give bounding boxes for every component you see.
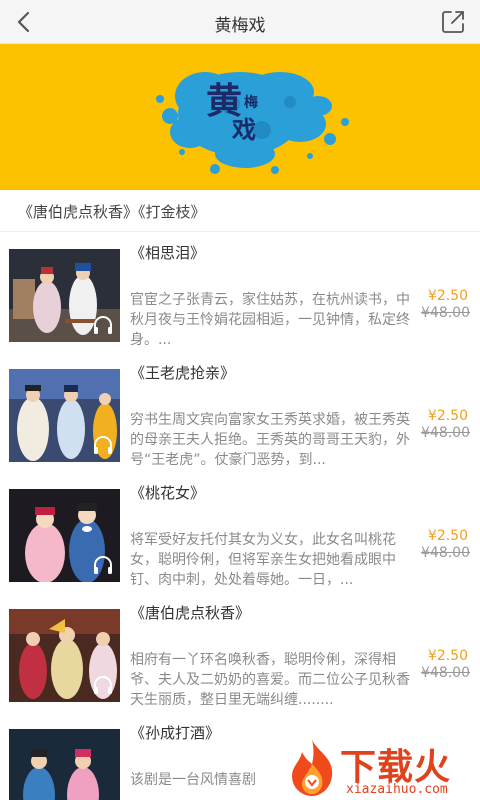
flame-icon [292, 740, 333, 796]
list-item[interactable]: 《相思泪》 ¥2.50 ¥48.00 官宦之子张青云，家住姑苏，在杭州读书，中秋… [0, 232, 480, 352]
item-title: 《孙成打酒》 [130, 724, 221, 742]
item-price: ¥2.50 [427, 408, 468, 424]
thumbnail-image [9, 729, 120, 800]
watermark-logo: 下载火 xiazaihuo.com [282, 736, 480, 800]
item-price: ¥2.50 [427, 288, 468, 304]
item-title: 《王老虎抢亲》 [130, 364, 236, 382]
headphones-icon [94, 436, 112, 454]
nav-bar: 黄梅戏 [0, 0, 480, 44]
banner-image[interactable]: 黄 梅 戏 [0, 44, 480, 190]
item-description: 将军受好友托付其女为义女，此女名叫桃花女，聪明伶俐，但将军亲生女把她看成眼中钉、… [130, 532, 396, 588]
item-title: 《相思泪》 [130, 244, 206, 262]
item-description: 相府有一丫环名唤秋香，聪明伶俐，深得相爷、夫人及二奶奶的喜爱。而二位公子见秋香天… [130, 652, 410, 708]
share-icon[interactable] [440, 9, 466, 35]
banner-logo-small: 梅 [244, 95, 258, 111]
headphones-icon [94, 556, 112, 574]
item-original-price: ¥48.00 [421, 545, 470, 561]
thumbnail-image [9, 249, 120, 342]
banner-logo-bottom: 戏 [232, 115, 256, 144]
item-description: 官宦之子张青云，家住姑苏，在杭州读书，中秋月夜与王怜娟花园相逅，一见钟情，私定终… [130, 292, 410, 348]
item-price: ¥2.50 [427, 528, 468, 544]
item-title: 《桃花女》 [130, 484, 206, 502]
episode-list: 《相思泪》 ¥2.50 ¥48.00 官宦之子张青云，家住姑苏，在杭州读书，中秋… [0, 232, 480, 800]
headphones-icon [94, 316, 112, 334]
page-title: 黄梅戏 [214, 16, 266, 36]
item-title: 《唐伯虎点秋香》 [130, 604, 251, 622]
list-item[interactable]: 《唐伯虎点秋香》 ¥2.50 ¥48.00 相府有一丫环名唤秋香，聪明伶俐，深得… [0, 592, 480, 712]
album-subtitle: 《唐伯虎点秋香》《打金枝》 [0, 190, 480, 232]
watermark-url: xiazaihuo.com [346, 782, 448, 797]
item-description: 穷书生周文宾向富家女王秀英求婚，被王秀英的母亲王夫人拒绝。王秀英的哥哥王天豹，外… [130, 412, 410, 468]
item-original-price: ¥48.00 [421, 665, 470, 681]
item-price: ¥2.50 [427, 648, 468, 664]
headphones-icon [94, 676, 112, 694]
thumbnail-image [9, 369, 120, 462]
item-original-price: ¥48.00 [421, 425, 470, 441]
thumbnail-image [9, 489, 120, 582]
list-item[interactable]: 《桃花女》 ¥2.50 ¥48.00 将军受好友托付其女为义女，此女名叫桃花女，… [0, 472, 480, 592]
item-original-price: ¥48.00 [421, 305, 470, 321]
list-item[interactable]: 《王老虎抢亲》 ¥2.50 ¥48.00 穷书生周文宾向富家女王秀英求婚，被王秀… [0, 352, 480, 472]
thumbnail-image [9, 609, 120, 702]
